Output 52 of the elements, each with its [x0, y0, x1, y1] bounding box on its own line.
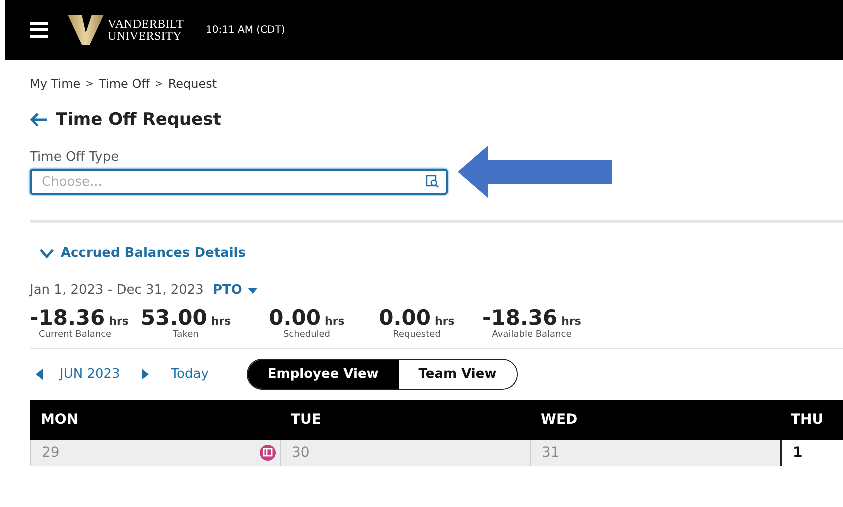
logo-text: VANDERBILT	[108, 18, 184, 30]
current-time: 10:11 AM (CDT)	[206, 24, 286, 36]
menu-icon	[30, 22, 48, 38]
v-logo-icon	[68, 15, 104, 45]
view-toggle[interactable]: Employee View	[248, 360, 399, 389]
balance-label: Taken	[173, 330, 199, 340]
unit-label: hrs	[211, 315, 232, 328]
date-number: 30	[292, 445, 310, 461]
accrued-balances-toggle[interactable]: Accrued Balances Details	[30, 246, 246, 261]
time-off-type-field[interactable]: Choose...	[30, 169, 448, 195]
caret-down-icon	[248, 288, 258, 294]
day-header: MON	[30, 400, 280, 440]
day-cell[interactable]: 29	[30, 440, 280, 466]
balance-value: 0.00	[269, 306, 321, 330]
balance-label: Requested	[393, 330, 441, 340]
event-icon[interactable]	[260, 445, 276, 461]
day-header: WED	[530, 400, 780, 440]
balance-value: 53.00	[140, 306, 208, 330]
breadcrumb-item[interactable]: Request	[168, 77, 218, 91]
date-number: 29	[42, 445, 60, 461]
unit-label: hrs	[109, 315, 129, 328]
month-label[interactable]: JUN 2023	[60, 367, 120, 382]
back-arrow-icon[interactable]	[30, 113, 48, 127]
breadcrumb-item[interactable]: Time Off	[99, 77, 150, 91]
day-cell[interactable]: 31	[530, 440, 780, 466]
breadcrumb-separator: >	[154, 78, 164, 90]
balance-label: Current Balance	[39, 330, 112, 340]
plan-dropdown[interactable]: PTO	[212, 283, 258, 298]
date-number: 1	[793, 445, 803, 461]
unit-label: hrs	[562, 315, 582, 328]
date-range: Jan 1, 2023 - Dec 31, 2023	[30, 283, 204, 298]
breadcrumb-item[interactable]: My Time	[30, 77, 81, 91]
day-cell[interactable]: 30	[280, 440, 530, 466]
balance-label: Scheduled	[283, 330, 331, 340]
date-number: 31	[542, 445, 560, 461]
unit-label: hrs	[325, 315, 345, 328]
today-link[interactable]: Today	[171, 367, 209, 382]
page-title: Time Off Request	[56, 110, 222, 130]
balance-value: 0.00	[379, 306, 431, 330]
previous-icon[interactable]	[36, 369, 44, 380]
lookup-icon[interactable]	[426, 175, 439, 188]
unit-label: hrs	[435, 315, 455, 328]
balance-value: -18.36	[30, 306, 106, 330]
balance-value: -18.36	[482, 306, 558, 330]
breadcrumb-separator: >	[86, 78, 94, 90]
day-header: TUE	[280, 400, 530, 440]
menu-button[interactable]	[30, 22, 48, 38]
day-header: THU	[780, 400, 843, 440]
balance-label: Available Balance	[492, 330, 572, 340]
logo-text: UNIVERSITY	[108, 30, 183, 42]
next-icon[interactable]	[142, 369, 150, 380]
field-label: Time Off Type	[30, 150, 120, 165]
